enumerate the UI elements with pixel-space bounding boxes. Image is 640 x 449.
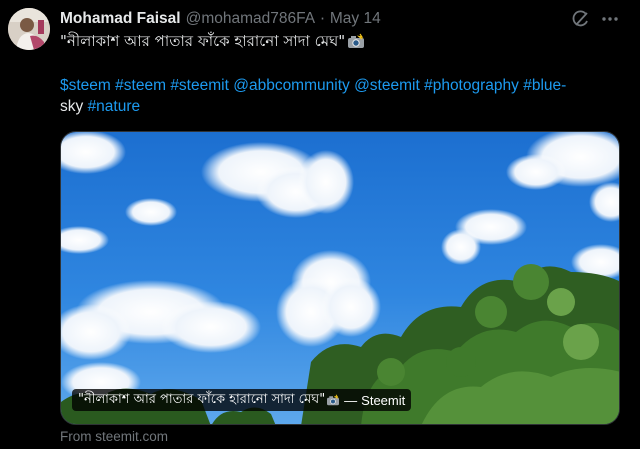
hashtag-blue-tail: sky bbox=[60, 98, 84, 115]
mention-abbcommunity[interactable]: @abbcommunity bbox=[233, 77, 350, 94]
separator-dot: · bbox=[320, 10, 325, 28]
hashtag-line-1: $steem #steem #steemit @abbcommunity @st… bbox=[60, 75, 620, 96]
hashtag-line-2: sky #nature bbox=[60, 96, 620, 117]
cashtag-steem[interactable]: $steem bbox=[60, 77, 111, 94]
avatar[interactable] bbox=[8, 8, 50, 50]
hashtag-block: $steem #steem #steemit @abbcommunity @st… bbox=[60, 75, 620, 117]
hashtag-photography[interactable]: #photography bbox=[424, 77, 519, 94]
author-handle[interactable]: @mohamad786FA bbox=[186, 10, 315, 28]
tweet-text: "নীলাকাশ আর পাতার ফাঁকে হারানো সাদা মেঘ" bbox=[60, 31, 620, 51]
card-caption: "নীলাকাশ আর পাতার ফাঁকে হারানো সাদা মেঘ"… bbox=[72, 389, 412, 411]
tweet[interactable]: Mohamad Faisal @mohamad786FA · May 14 "ন… bbox=[0, 0, 640, 449]
mention-steemit[interactable]: @steemit bbox=[354, 77, 420, 94]
camera-flash-icon bbox=[326, 394, 340, 406]
hashtag-steemit[interactable]: #steemit bbox=[170, 77, 229, 94]
card-source-link[interactable]: From steemit.com bbox=[60, 429, 168, 444]
card-site-name: Steemit bbox=[361, 392, 406, 408]
author-name[interactable]: Mohamad Faisal bbox=[60, 10, 181, 28]
hashtag-blue[interactable]: #blue- bbox=[523, 77, 566, 94]
link-card-image[interactable] bbox=[60, 131, 620, 425]
tweet-header: Mohamad Faisal @mohamad786FA · May 14 bbox=[60, 8, 381, 30]
hashtag-steem[interactable]: #steem bbox=[115, 77, 166, 94]
more-options-icon[interactable] bbox=[600, 9, 620, 29]
grok-icon[interactable] bbox=[571, 9, 591, 29]
hashtag-nature[interactable]: #nature bbox=[88, 98, 141, 115]
tweet-title: "নীলাকাশ আর পাতার ফাঁকে হারানো সাদা মেঘ" bbox=[60, 32, 346, 50]
caption-separator: — bbox=[344, 392, 358, 408]
card-title: "নীলাকাশ আর পাতার ফাঁকে হারানো সাদা মেঘ" bbox=[78, 391, 326, 407]
camera-flash-icon bbox=[347, 33, 365, 49]
tweet-date[interactable]: May 14 bbox=[330, 10, 381, 28]
